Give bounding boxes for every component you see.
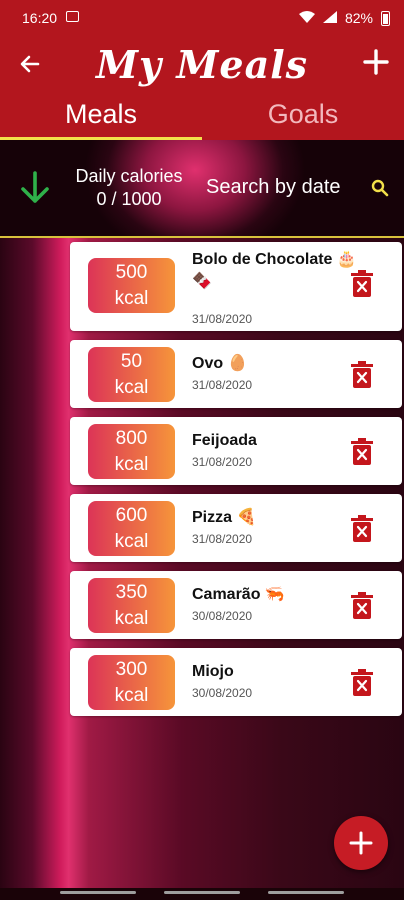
kcal-unit: kcal — [114, 377, 149, 398]
tab-bar: Meals Goals — [0, 94, 404, 140]
kcal-unit: kcal — [114, 288, 149, 309]
search-icon[interactable] — [370, 178, 390, 198]
kcal-unit: kcal — [114, 608, 149, 629]
kcal-badge: 50 kcal — [88, 347, 175, 402]
meal-date: 30/08/2020 — [192, 686, 253, 700]
meal-name: Bolo de Chocolate 🎂 🍫 — [192, 251, 357, 290]
nav-recent-handle[interactable] — [60, 891, 136, 894]
meal-date: 31/08/2020 — [192, 378, 253, 392]
kcal-unit: kcal — [114, 454, 149, 475]
system-nav-bar — [0, 888, 404, 900]
kcal-badge: 500 kcal — [88, 258, 175, 313]
meal-list: 500 kcal Bolo de Chocolate 🎂 🍫 31/08/202… — [70, 242, 402, 725]
meal-date: 31/08/2020 — [192, 312, 253, 326]
meal-list-area: 500 kcal Bolo de Chocolate 🎂 🍫 31/08/202… — [0, 238, 404, 890]
battery-icon — [381, 10, 390, 26]
kcal-badge: 800 kcal — [88, 424, 175, 479]
meal-card[interactable]: 300 kcal Miojo 30/08/2020 — [70, 648, 402, 716]
delete-trash-icon[interactable] — [351, 669, 373, 696]
app-title: My Meals — [95, 42, 309, 87]
delete-trash-icon[interactable] — [351, 515, 373, 542]
add-meal-icon[interactable] — [362, 48, 390, 76]
meal-card[interactable]: 500 kcal Bolo de Chocolate 🎂 🍫 31/08/202… — [70, 242, 402, 331]
meal-name: Miojo — [192, 663, 234, 680]
status-time: 16:20 — [22, 10, 58, 26]
kcal-badge: 350 kcal — [88, 578, 175, 633]
meal-date: 30/08/2020 — [192, 609, 253, 623]
meal-card[interactable]: 800 kcal Feijoada 31/08/2020 — [70, 417, 402, 485]
filter-bar: Daily calories 0 / 1000 Search by date — [0, 140, 404, 238]
tab-goals[interactable]: Goals — [202, 94, 404, 140]
meal-card[interactable]: 50 kcal Ovo 🥚 31/08/2020 — [70, 340, 402, 408]
tab-meals[interactable]: Meals — [0, 94, 202, 140]
battery-percent: 82% — [344, 10, 373, 26]
add-meal-fab[interactable] — [334, 816, 388, 870]
delete-trash-icon[interactable] — [351, 592, 373, 619]
meal-date: 31/08/2020 — [192, 455, 253, 469]
meal-name: Ovo 🥚 — [192, 355, 248, 372]
kcal-value: 600 — [115, 505, 148, 526]
meal-date: 31/08/2020 — [192, 532, 253, 546]
kcal-value: 300 — [115, 659, 148, 680]
delete-trash-icon[interactable] — [351, 361, 373, 388]
kcal-unit: kcal — [114, 531, 149, 552]
delete-trash-icon[interactable] — [351, 270, 373, 297]
status-bar: 16:20 82% — [0, 0, 404, 36]
delete-trash-icon[interactable] — [351, 438, 373, 465]
kcal-value: 50 — [120, 351, 143, 372]
kcal-value: 800 — [115, 428, 148, 449]
kcal-badge: 300 kcal — [88, 655, 175, 710]
signal-icon — [322, 10, 337, 26]
daily-calories-value: 0 / 1000 — [96, 189, 162, 209]
meal-name: Feijoada — [192, 432, 257, 449]
nav-back-handle[interactable] — [268, 891, 344, 894]
meal-name: Camarão 🦐 — [192, 586, 285, 603]
plus-icon — [349, 831, 373, 855]
kcal-unit: kcal — [114, 685, 149, 706]
nav-home-handle[interactable] — [164, 891, 240, 894]
status-right: 82% — [298, 10, 390, 26]
sort-down-arrow-icon[interactable] — [18, 170, 52, 206]
kcal-value: 350 — [115, 582, 148, 603]
wifi-icon — [298, 10, 315, 26]
daily-calories-label: Daily calories — [75, 166, 183, 186]
kcal-value: 500 — [115, 262, 148, 283]
notification-icon — [66, 11, 79, 22]
meal-name: Pizza 🍕 — [192, 509, 257, 526]
meal-card[interactable]: 350 kcal Camarão 🦐 30/08/2020 — [70, 571, 402, 639]
meal-card[interactable]: 600 kcal Pizza 🍕 31/08/2020 — [70, 494, 402, 562]
app-bar: My Meals Meals Goals — [0, 36, 404, 140]
search-by-date-button[interactable]: Search by date — [206, 176, 341, 199]
kcal-badge: 600 kcal — [88, 501, 175, 556]
